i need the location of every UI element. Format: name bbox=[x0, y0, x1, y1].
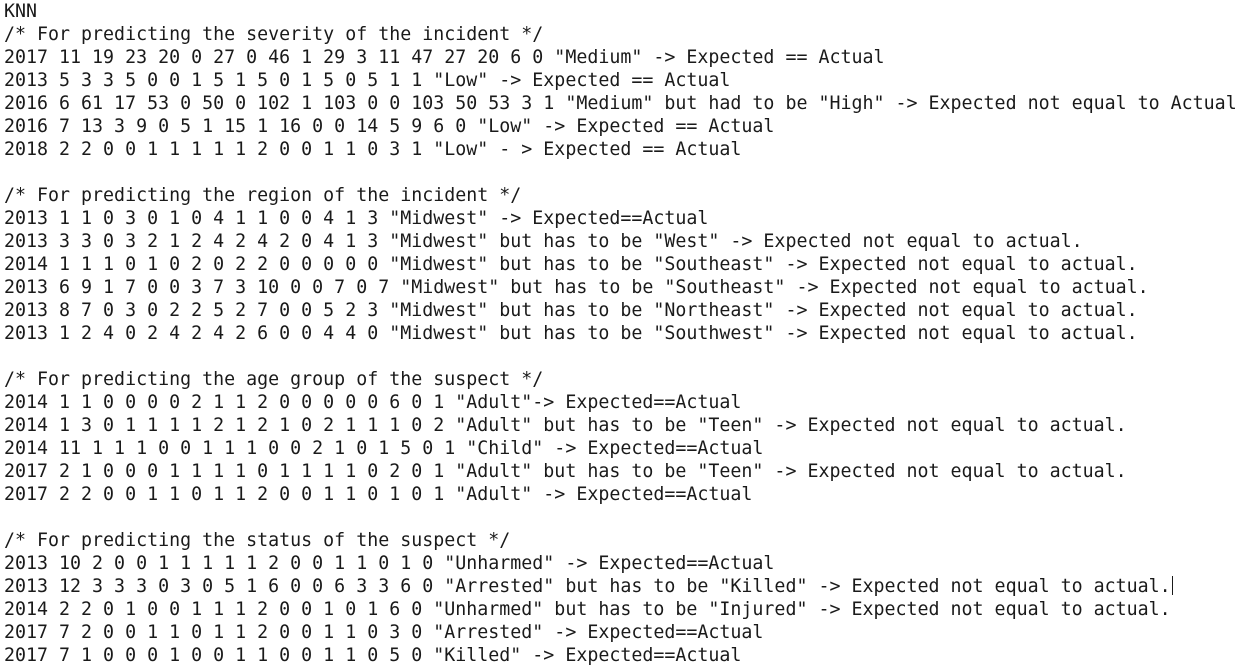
text-line: 2014 1 1 1 0 1 0 2 0 2 2 0 0 0 0 0 "Midw… bbox=[4, 254, 1138, 275]
text-line: 2018 2 2 0 0 1 1 1 1 1 2 0 0 1 1 0 3 1 "… bbox=[4, 139, 742, 160]
comment-line: /* For predicting the region of the inci… bbox=[4, 185, 522, 206]
text-line: 2016 6 61 17 53 0 50 0 102 1 103 0 0 103… bbox=[4, 93, 1237, 114]
text-cursor bbox=[1171, 576, 1173, 595]
text-editor-area[interactable]: KNN /* For predicting the severity of th… bbox=[0, 0, 1245, 670]
text-line: 2017 2 2 0 0 1 1 0 1 1 2 0 0 1 1 0 1 0 1… bbox=[4, 484, 753, 505]
text-line: KNN bbox=[4, 1, 38, 22]
text-line: 2017 7 1 0 0 0 1 0 0 1 1 0 0 1 1 0 5 0 "… bbox=[4, 645, 742, 666]
text-line: 2016 7 13 3 9 0 5 1 15 1 16 0 0 14 5 9 6… bbox=[4, 116, 775, 137]
text-line: 2017 11 19 23 20 0 27 0 46 1 29 3 11 47 … bbox=[4, 47, 885, 68]
text-line: 2013 6 9 1 7 0 0 3 7 3 10 0 0 7 0 7 "Mid… bbox=[4, 277, 1149, 298]
text-line: 2014 2 2 0 1 0 0 1 1 1 2 0 0 1 0 1 6 0 "… bbox=[4, 599, 1171, 620]
text-line: 2017 7 2 0 0 1 1 0 1 1 2 0 0 1 1 0 3 0 "… bbox=[4, 622, 764, 643]
text-line: 2013 10 2 0 0 1 1 1 1 1 2 0 0 1 1 0 1 0 … bbox=[4, 553, 775, 574]
text-line: 2014 1 1 0 0 0 0 2 1 1 2 0 0 0 0 0 6 0 1… bbox=[4, 392, 742, 413]
comment-line: /* For predicting the age group of the s… bbox=[4, 369, 544, 390]
comment-line: /* For predicting the severity of the in… bbox=[4, 24, 544, 45]
text-line: 2013 3 3 0 3 2 1 2 4 2 4 2 0 4 1 3 "Midw… bbox=[4, 231, 1083, 252]
text-line: 2013 8 7 0 3 0 2 2 5 2 7 0 0 5 2 3 "Midw… bbox=[4, 300, 1138, 321]
text-line-content: 2013 12 3 3 3 0 3 0 5 1 6 0 0 6 3 3 6 0 … bbox=[4, 576, 1171, 597]
text-line-with-cursor: 2013 12 3 3 3 0 3 0 5 1 6 0 0 6 3 3 6 0 … bbox=[4, 575, 1245, 598]
comment-line: /* For predicting the status of the susp… bbox=[4, 530, 511, 551]
text-line: 2013 5 3 3 5 0 0 1 5 1 5 0 1 5 0 5 1 1 "… bbox=[4, 70, 731, 91]
text-line: 2014 11 1 1 1 0 0 1 1 1 0 0 2 1 0 1 5 0 … bbox=[4, 438, 764, 459]
text-line: 2017 2 1 0 0 0 1 1 1 1 0 1 1 1 1 0 2 0 1… bbox=[4, 461, 1127, 482]
text-line: 2014 1 3 0 1 1 1 1 2 1 2 1 0 2 1 1 1 0 2… bbox=[4, 415, 1127, 436]
text-line: 2013 1 1 0 3 0 1 0 4 1 1 0 0 4 1 3 "Midw… bbox=[4, 208, 709, 229]
text-line: 2013 1 2 4 0 2 4 2 4 2 6 0 0 4 4 0 "Midw… bbox=[4, 323, 1138, 344]
